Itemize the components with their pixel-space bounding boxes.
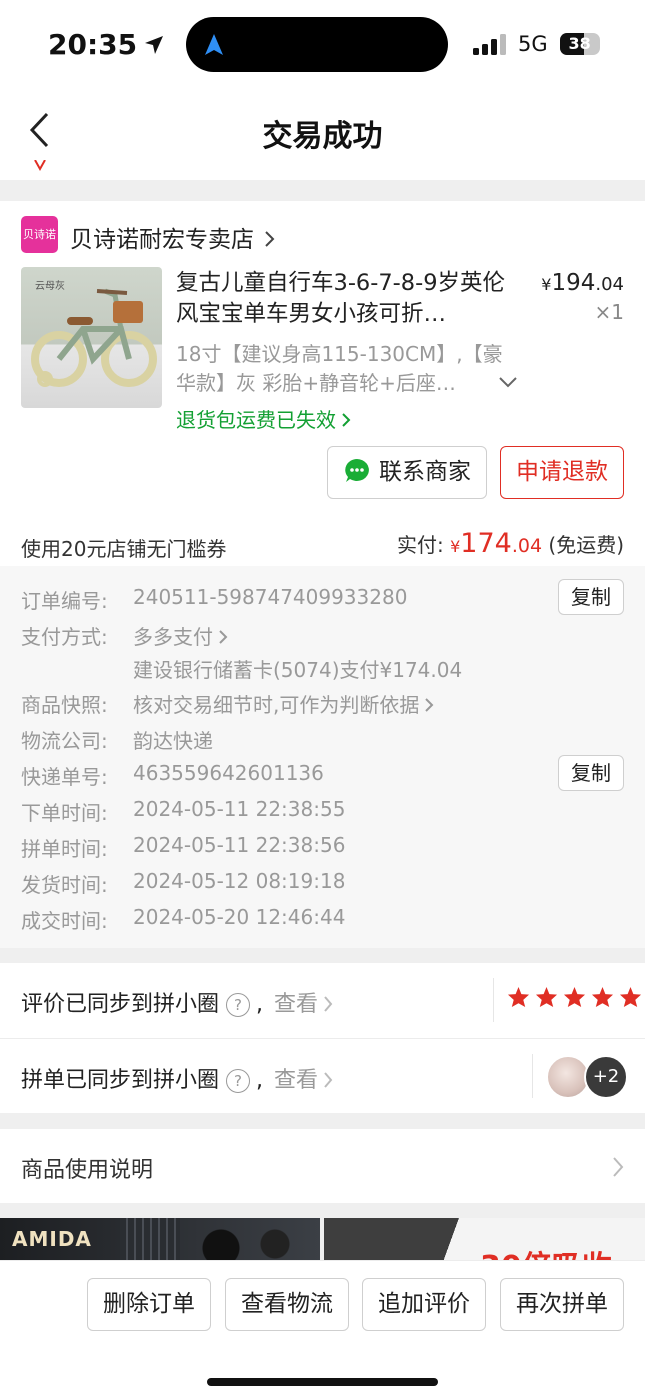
help-icon[interactable]: ? (226, 993, 251, 1017)
spec-expand-chevron-icon[interactable] (498, 375, 518, 389)
divider (493, 978, 494, 1022)
chevron-right-icon (219, 630, 228, 644)
add-review-button[interactable]: 追加评价 (362, 1278, 486, 1331)
star-icon (564, 986, 586, 1008)
payment-method-link[interactable]: 多多支付 (133, 621, 229, 650)
logistics-company: 韵达快递 (133, 729, 213, 753)
detail-label: 发货时间: (21, 873, 108, 897)
contact-merchant-button[interactable]: 联系商家 (327, 446, 487, 499)
comma: , (256, 992, 264, 1017)
payment-method-text: 多多支付 (133, 625, 213, 649)
avatar-more: +2 (584, 1055, 628, 1099)
divider (532, 1054, 533, 1098)
detail-label: 支付方式: (21, 625, 108, 649)
copy-order-number-button[interactable]: 复制 (558, 579, 624, 615)
price-int: 194 (551, 270, 596, 296)
reorder-button[interactable]: 再次拼单 (500, 1278, 624, 1331)
detail-label: 下单时间: (21, 801, 108, 825)
chevron-right-icon (265, 231, 275, 247)
product-image[interactable]: 云母灰 (21, 267, 162, 408)
chevron-right-icon (324, 1072, 333, 1088)
detail-label: 物流公司: (21, 729, 108, 753)
banner-left: AMIDA (0, 1218, 320, 1263)
rating-stars (507, 986, 642, 1012)
star-icon (536, 986, 558, 1008)
delete-order-button[interactable]: 删除订单 (87, 1278, 211, 1331)
complete-time: 2024-05-20 12:46:44 (133, 905, 346, 929)
view-logistics-button[interactable]: 查看物流 (225, 1278, 349, 1331)
star-icon (592, 986, 614, 1008)
signal-icon (473, 34, 506, 55)
detail-label: 成交时间: (21, 909, 108, 933)
status-time-text: 20:35 (48, 28, 138, 61)
view-link[interactable]: 查看 (274, 1068, 318, 1093)
chevron-right-icon (425, 698, 434, 712)
detail-label: 拼单时间: (21, 837, 108, 861)
promo-banner[interactable]: AMIDA 30倍吸收 (0, 1218, 645, 1263)
product-qty: ×1 (594, 300, 624, 324)
chat-icon (345, 459, 369, 482)
navigation-arrow-icon (205, 34, 223, 55)
order-number: 240511-598747409933280 (133, 585, 408, 609)
tracking-number: 463559642601136 (133, 761, 324, 785)
ship-time: 2024-05-12 08:19:18 (133, 869, 346, 893)
network-label: 5G (518, 32, 548, 56)
bicycle-illustration (31, 288, 157, 387)
detail-label: 订单编号: (21, 589, 108, 613)
product-spec[interactable]: 18寸【建议身高115-130CM】,【豪华款】灰 彩胎+静音轮+后座… (176, 340, 516, 398)
store-name-text: 贝诗诺耐宏专卖店 (70, 227, 254, 253)
shipping-note: (免运费) (548, 533, 624, 557)
detail-label: 商品快照: (21, 693, 108, 717)
star-icon (507, 986, 530, 1008)
status-right: 5G 38 (472, 30, 600, 58)
coupon-note: 使用20元店铺无门槛券 (21, 537, 227, 561)
group-sync-text: 拼单已同步到拼小圈 (21, 1068, 220, 1093)
scrolled-peek-row (0, 158, 645, 180)
paid-int: 174 (460, 528, 512, 559)
battery-icon: 38 (559, 33, 600, 55)
order-time: 2024-05-11 22:38:55 (133, 797, 346, 821)
banner-brand: AMIDA (12, 1227, 92, 1251)
view-link[interactable]: 查看 (274, 992, 318, 1017)
battery-level: 38 (568, 34, 591, 53)
copy-tracking-number-button[interactable]: 复制 (558, 755, 624, 791)
contact-label: 联系商家 (379, 459, 471, 485)
group-sync-row[interactable]: 拼单已同步到拼小圈 ?, 查看 (21, 1062, 334, 1094)
product-spec-text: 18寸【建议身高115-130CM】,【豪华款】灰 彩胎+静音轮+后座… (176, 342, 503, 395)
return-shipping-note[interactable]: 退货包运费已失效 (176, 404, 352, 433)
pin-icon (34, 160, 46, 172)
price-dec: .04 (595, 274, 624, 295)
star-icon (620, 986, 642, 1008)
review-sync-row[interactable]: 评价已同步到拼小圈 ?, 查看 (21, 986, 334, 1018)
store-logo[interactable]: 贝诗诺 (21, 216, 58, 253)
page-title: 交易成功 (262, 119, 383, 154)
chevron-right-icon (324, 996, 333, 1012)
refund-button[interactable]: 申请退款 (500, 446, 624, 499)
group-time: 2024-05-11 22:38:56 (133, 833, 346, 857)
divider (0, 1038, 645, 1039)
help-icon[interactable]: ? (226, 1069, 251, 1093)
paid-dec: .04 (511, 535, 543, 557)
return-note-text: 退货包运费已失效 (176, 408, 336, 432)
home-indicator[interactable] (207, 1378, 438, 1386)
comma: , (256, 1068, 264, 1093)
payment-card-detail: 建设银行储蓄卡(5074)支付¥174.04 (133, 658, 463, 682)
chevron-right-icon (613, 1157, 624, 1177)
price-currency: ¥ (541, 275, 552, 294)
product-title[interactable]: 复古儿童自行车3-6-7-8-9岁英伦风宝宝单车男女小孩可折… (176, 268, 526, 330)
snapshot-text: 核对交易细节时,可作为判断依据 (133, 693, 420, 717)
location-arrow-icon (145, 36, 164, 54)
detail-label: 快递单号: (21, 765, 108, 789)
banner-right: 30倍吸收 (324, 1218, 645, 1263)
chevron-right-icon (342, 413, 351, 427)
review-sync-text: 评价已同步到拼小圈 (21, 992, 220, 1017)
paid-currency: ¥ (450, 537, 461, 556)
paid-label: 实付: (396, 533, 444, 557)
status-time: 20:35 (48, 28, 165, 61)
usage-label: 商品使用说明 (21, 1158, 154, 1183)
product-price: ¥194.04 (540, 270, 624, 296)
paid-amount: 实付: ¥174.04 (免运费) (330, 528, 624, 559)
snapshot-link[interactable]: 核对交易细节时,可作为判断依据 (133, 689, 435, 718)
store-name-link[interactable]: 贝诗诺耐宏专卖店 (70, 220, 276, 254)
